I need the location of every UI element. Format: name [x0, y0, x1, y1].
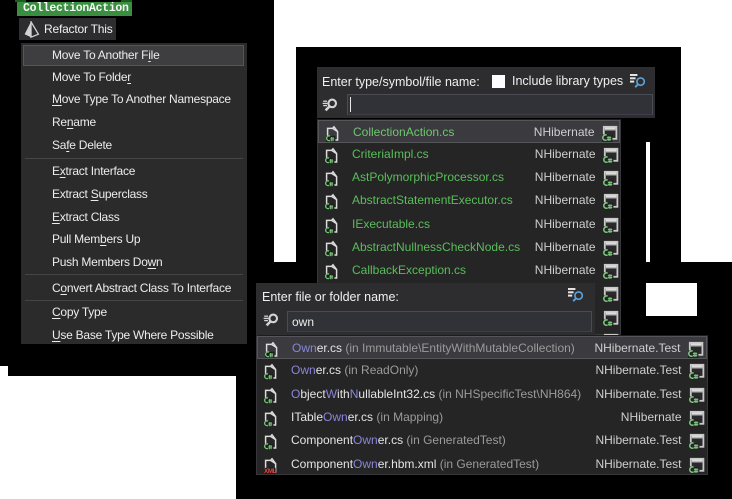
svg-text:XML: XML: [264, 468, 277, 474]
